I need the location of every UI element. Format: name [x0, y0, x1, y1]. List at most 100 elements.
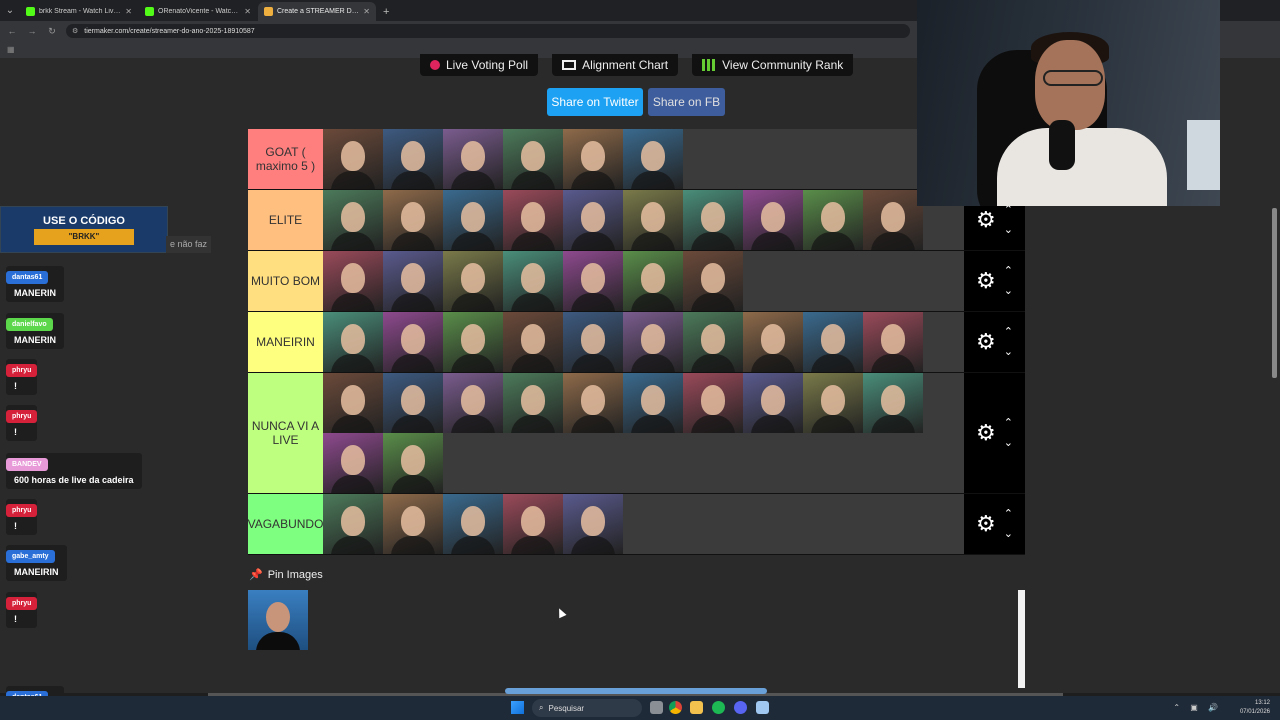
tab-brkk[interactable]: brkk Stream - Watch Live on Ki ✕ — [20, 2, 138, 21]
streamer-thumbnail[interactable] — [623, 312, 683, 372]
streamer-thumbnail[interactable] — [383, 312, 443, 372]
tier-label[interactable]: ELITE — [248, 190, 323, 250]
site-info-icon[interactable]: ⚙ — [72, 27, 78, 35]
chrome-icon[interactable] — [669, 701, 682, 714]
streamer-thumbnail[interactable] — [503, 312, 563, 372]
chat-username[interactable]: gabe_amty — [6, 550, 55, 563]
streamer-thumbnail[interactable] — [503, 129, 563, 189]
move-up-icon[interactable]: ⌃ — [1004, 322, 1013, 342]
alignment-chart-button[interactable]: Alignment Chart — [552, 54, 679, 76]
tab-tiermaker[interactable]: Create a STREAMER DO ANO 2 ✕ — [258, 2, 376, 21]
streamer-thumbnail[interactable] — [323, 251, 383, 311]
chat-username[interactable]: dantas61 — [6, 271, 49, 284]
move-down-icon[interactable]: ⌄ — [1004, 281, 1013, 301]
page-scrollbar[interactable] — [1272, 208, 1277, 378]
streamer-thumbnail[interactable] — [863, 373, 923, 433]
pin-scrollbar[interactable] — [1018, 590, 1025, 688]
url-input[interactable]: ⚙ tiermaker.com/create/streamer-do-ano-2… — [66, 24, 910, 38]
file-explorer-icon[interactable] — [650, 701, 663, 714]
folder-icon[interactable] — [690, 701, 703, 714]
gear-icon[interactable]: ⚙ — [976, 268, 996, 294]
system-tray-icons[interactable]: ⌃ ▣ 🔊 — [1173, 703, 1222, 712]
gear-icon[interactable]: ⚙ — [976, 207, 996, 233]
move-up-icon[interactable]: ⌃ — [1004, 413, 1013, 433]
streamer-thumbnail[interactable] — [503, 373, 563, 433]
move-down-icon[interactable]: ⌄ — [1004, 220, 1013, 240]
streamer-thumbnail[interactable] — [323, 373, 383, 433]
streamer-thumbnail[interactable] — [443, 312, 503, 372]
chat-username[interactable]: phryu — [6, 410, 38, 423]
windows-start-icon[interactable] — [511, 701, 524, 714]
streamer-thumbnail[interactable] — [383, 190, 443, 250]
streamer-thumbnail[interactable] — [563, 251, 623, 311]
share-fb-button[interactable]: Share on FB — [648, 88, 725, 116]
taskbar-search[interactable]: ⌕ Pesquisar — [532, 699, 642, 717]
chat-username[interactable]: BANDEV — [6, 458, 48, 471]
unplaced-image[interactable] — [248, 590, 308, 650]
clock[interactable]: 13:12 07/01/2026 — [1240, 699, 1270, 717]
tier-label[interactable]: MANEIRIN — [248, 312, 323, 372]
close-tab-icon[interactable]: ✕ — [363, 7, 370, 16]
streamer-thumbnail[interactable] — [563, 129, 623, 189]
streamer-thumbnail[interactable] — [323, 129, 383, 189]
streamer-thumbnail[interactable] — [743, 190, 803, 250]
close-tab-icon[interactable]: ✕ — [244, 7, 251, 16]
back-icon[interactable]: ← — [6, 26, 18, 36]
streamer-thumbnail[interactable] — [563, 373, 623, 433]
streamer-thumbnail[interactable] — [443, 251, 503, 311]
streamer-thumbnail[interactable] — [863, 190, 923, 250]
streamer-thumbnail[interactable] — [863, 312, 923, 372]
move-down-icon[interactable]: ⌄ — [1004, 342, 1013, 362]
share-twitter-button[interactable]: Share on Twitter — [547, 88, 643, 116]
streamer-thumbnail[interactable] — [743, 312, 803, 372]
streamer-thumbnail[interactable] — [563, 190, 623, 250]
streamer-thumbnail[interactable] — [323, 433, 383, 493]
notepad-icon[interactable] — [756, 701, 769, 714]
tab-renato[interactable]: ORenatoVicente - Watch the V ✕ — [139, 2, 257, 21]
streamer-thumbnail[interactable] — [623, 190, 683, 250]
chat-username[interactable]: phryu — [6, 597, 38, 610]
streamer-thumbnail[interactable] — [503, 190, 563, 250]
live-voting-button[interactable]: Live Voting Poll — [420, 54, 539, 76]
streamer-thumbnail[interactable] — [443, 373, 503, 433]
chat-username[interactable]: phryu — [6, 364, 38, 377]
streamer-thumbnail[interactable] — [803, 312, 863, 372]
streamer-thumbnail[interactable] — [563, 312, 623, 372]
streamer-thumbnail[interactable] — [443, 129, 503, 189]
streamer-thumbnail[interactable] — [443, 494, 503, 554]
streamer-thumbnail[interactable] — [383, 494, 443, 554]
streamer-thumbnail[interactable] — [383, 251, 443, 311]
streamer-thumbnail[interactable] — [803, 190, 863, 250]
streamer-thumbnail[interactable] — [383, 129, 443, 189]
gear-icon[interactable]: ⚙ — [976, 329, 996, 355]
move-down-icon[interactable]: ⌄ — [1004, 433, 1013, 453]
streamer-thumbnail[interactable] — [323, 312, 383, 372]
streamer-thumbnail[interactable] — [383, 433, 443, 493]
new-tab-icon[interactable]: + — [377, 2, 395, 21]
streamer-thumbnail[interactable] — [563, 494, 623, 554]
chat-username[interactable]: danielfavo — [6, 318, 53, 331]
streamer-thumbnail[interactable] — [623, 373, 683, 433]
gear-icon[interactable]: ⚙ — [976, 420, 996, 446]
tier-label[interactable]: VAGABUNDO — [248, 494, 323, 554]
streamer-thumbnail[interactable] — [503, 494, 563, 554]
tier-label[interactable]: GOAT ( maximo 5 ) — [248, 129, 323, 189]
move-up-icon[interactable]: ⌃ — [1004, 261, 1013, 281]
chat-username[interactable]: phryu — [6, 504, 38, 517]
streamer-thumbnail[interactable] — [383, 373, 443, 433]
move-down-icon[interactable]: ⌄ — [1004, 524, 1013, 544]
close-tab-icon[interactable]: ✕ — [125, 7, 132, 16]
tab-menu-icon[interactable]: ⌄ — [0, 0, 20, 21]
streamer-thumbnail[interactable] — [503, 251, 563, 311]
streamer-thumbnail[interactable] — [623, 129, 683, 189]
streamer-thumbnail[interactable] — [743, 373, 803, 433]
forward-icon[interactable]: → — [26, 26, 38, 36]
tier-label[interactable]: MUITO BOM — [248, 251, 323, 311]
streamer-thumbnail[interactable] — [443, 190, 503, 250]
streamer-thumbnail[interactable] — [683, 312, 743, 372]
spotify-icon[interactable] — [712, 701, 725, 714]
community-rank-button[interactable]: View Community Rank — [692, 54, 854, 76]
gear-icon[interactable]: ⚙ — [976, 511, 996, 537]
streamer-thumbnail[interactable] — [323, 494, 383, 554]
streamer-thumbnail[interactable] — [683, 251, 743, 311]
